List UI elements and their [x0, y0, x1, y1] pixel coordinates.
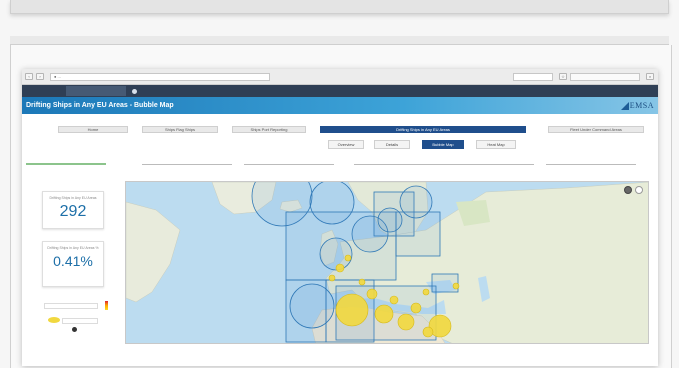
expand-icon[interactable]: [635, 186, 643, 194]
bubble: [374, 304, 394, 324]
document-background: ‹ › ● ... ☆ × Drifting Ships in Any EU A…: [0, 0, 679, 368]
address-bar[interactable]: ● ...: [50, 72, 270, 81]
browser-controls: ☆ ×: [513, 72, 654, 81]
bubble: [335, 263, 345, 273]
close-tab-icon[interactable]: ×: [646, 73, 654, 80]
bubble: [422, 288, 430, 296]
browser-tab[interactable]: [570, 72, 640, 81]
kpi-label: Drifting Ships in Any EU Areas %: [47, 246, 99, 250]
bubble: [389, 295, 399, 305]
bubble: [452, 282, 460, 290]
upper-screenshot-strip: [10, 36, 669, 45]
bubble-map[interactable]: [125, 181, 649, 344]
app-tab-bar: [22, 85, 658, 97]
area-box: [431, 273, 459, 293]
settings-icon[interactable]: [132, 88, 137, 94]
nav-item-flag-ships[interactable]: Ships Flag Ships: [142, 126, 218, 133]
embedded-screenshot: ‹ › ● ... ☆ × Drifting Ships in Any EU A…: [22, 69, 658, 366]
legend-scale-label: [44, 303, 98, 309]
bubble: [397, 313, 415, 331]
back-button[interactable]: ‹: [25, 73, 33, 80]
area-circle: [377, 207, 403, 233]
page-title: Drifting Ships in Any EU Areas - Bubble …: [26, 102, 174, 109]
bubble: [344, 254, 352, 262]
subnav-bubble-map[interactable]: Bubble Map: [422, 140, 464, 149]
filter-5[interactable]: [442, 157, 534, 165]
bubble: [410, 302, 422, 314]
map-canvas: [126, 182, 648, 343]
area-circle: [319, 237, 353, 271]
forward-button[interactable]: ›: [36, 73, 44, 80]
filter-2[interactable]: [142, 157, 232, 165]
legend-bubble-sample: [48, 317, 60, 323]
subnav-details[interactable]: Details: [374, 140, 410, 149]
app-tab[interactable]: [66, 86, 126, 96]
subnav-overview[interactable]: Overview: [328, 140, 364, 149]
browser-search-box[interactable]: [513, 72, 553, 81]
filter-row: [22, 157, 658, 167]
nav-item-fleet-under-command[interactable]: Fleet Under Command Areas: [548, 126, 644, 133]
logo-text: EMSA: [629, 101, 654, 110]
kpi-card-percent: Drifting Ships in Any EU Areas % 0.41%: [42, 241, 104, 287]
emsa-logo: EMSA: [620, 101, 654, 110]
browser-toolbar: ‹ › ● ... ☆ ×: [22, 69, 658, 85]
kpi-value: 0.41%: [53, 253, 93, 269]
bubble: [358, 278, 366, 286]
nav-item-home[interactable]: Home: [58, 126, 128, 133]
nav-item-drifting-ships[interactable]: Drifting Ships in Any EU Areas: [320, 126, 526, 133]
kpi-value: 292: [59, 203, 87, 220]
bubble: [366, 288, 378, 300]
star-icon[interactable]: ☆: [559, 73, 567, 80]
filter-3[interactable]: [244, 157, 334, 165]
nav-item-port-reporting[interactable]: Ships Port Reporting: [232, 126, 306, 133]
area-circle: [289, 283, 335, 329]
filter-6[interactable]: [546, 157, 636, 165]
legend-color-bar: [105, 301, 108, 310]
bubble: [328, 274, 336, 282]
legend-bubble-label: [62, 318, 98, 324]
kpi-card-count: Drifting Ships in Any EU Areas 292: [42, 191, 104, 229]
bubble: [422, 326, 434, 338]
area-box: [395, 211, 441, 257]
filter-1[interactable]: [26, 157, 106, 165]
logo-mark-icon: [620, 101, 629, 110]
upper-screenshot-panel: [10, 0, 669, 14]
kpi-label: Drifting Ships in Any EU Areas: [49, 196, 97, 200]
bubble: [335, 293, 369, 327]
title-bar: Drifting Ships in Any EU Areas - Bubble …: [22, 97, 658, 114]
filter-4[interactable]: [354, 157, 446, 165]
map-legend: [44, 301, 108, 343]
info-icon[interactable]: [72, 327, 77, 332]
subnav-heat-map[interactable]: Heat Map: [476, 140, 516, 149]
north-america-land: [126, 201, 181, 303]
area-circle: [399, 185, 433, 219]
eye-icon[interactable]: [624, 186, 632, 194]
